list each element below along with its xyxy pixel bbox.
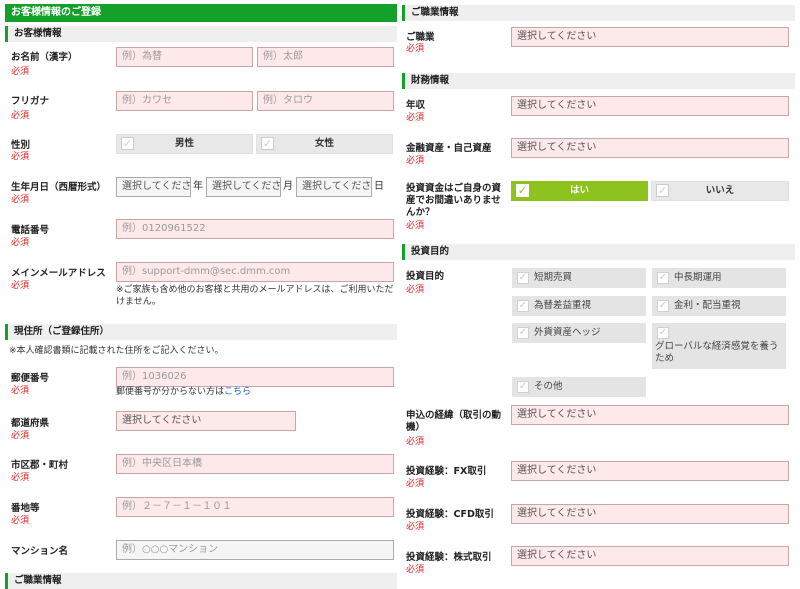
cfd-experience-label: 投資経験：CFD取引 [406, 509, 494, 520]
purpose-option-mid-long-term[interactable]: ✓ 中長期運用 [652, 268, 786, 288]
check-mark-icon: ✓ [657, 300, 669, 312]
funds-yes-toggle[interactable]: ✓ はい [511, 181, 648, 201]
required-badge: 必須 [406, 565, 425, 575]
prefecture-select[interactable]: 選択してください [116, 411, 296, 431]
postal-code-input[interactable]: 例）1036026 [116, 367, 394, 387]
kana-label: フリガナ [11, 96, 50, 107]
first-name-input[interactable]: 例）太郎 [257, 47, 394, 67]
section-finance: 財務情報 [402, 73, 795, 89]
occupation-select[interactable]: 選択してください [511, 27, 789, 47]
income-label: 年収 [406, 100, 426, 111]
day-unit: 日 [374, 181, 384, 192]
address-note: ※本人確認書類に記載された住所をご記入ください。 [9, 346, 224, 356]
required-badge: 必須 [11, 238, 30, 248]
required-badge: 必須 [11, 152, 30, 162]
birth-day-select[interactable]: 選択してください [296, 177, 372, 197]
purpose-option-short-term[interactable]: ✓ 短期売買 [512, 268, 646, 288]
check-mark-icon: ✓ [121, 137, 134, 150]
first-name-kana-input[interactable]: 例）タロウ [257, 91, 394, 111]
birthdate-label: 生年月日（西暦形式） [11, 182, 107, 193]
postal-help: 郵便番号が分からない方はこちら [116, 387, 252, 397]
check-mark-icon: ✓ [517, 327, 529, 339]
check-mark-icon: ✓ [517, 272, 529, 284]
required-badge: 必須 [11, 67, 30, 77]
section-occupation: ご職業情報 [402, 5, 795, 21]
purpose-option-fx-hedge[interactable]: ✓ 外貨資産ヘッジ [512, 323, 646, 343]
stock-experience-label: 投資経験：株式取引 [406, 552, 492, 563]
month-unit: 月 [283, 181, 293, 192]
fx-experience-select[interactable]: 選択してください [511, 461, 789, 481]
required-badge: 必須 [11, 516, 30, 526]
required-badge: 必須 [406, 156, 425, 166]
stock-experience-select[interactable]: 選択してください [511, 546, 789, 566]
purpose-option-fx-gain[interactable]: ✓ 為替差益重視 [512, 296, 646, 316]
street-label: 番地等 [11, 503, 40, 514]
prefecture-label: 都道府県 [11, 418, 50, 429]
required-badge: 必須 [406, 479, 425, 489]
last-name-input[interactable]: 例）為替 [116, 47, 253, 67]
required-badge: 必須 [406, 285, 425, 295]
city-label: 市区郡・町村 [11, 460, 69, 471]
required-badge: 必須 [11, 195, 30, 205]
funds-no-toggle[interactable]: ✓ いいえ [651, 181, 789, 201]
gender-label: 性別 [11, 140, 31, 151]
section-occupation-bottom: ご職業情報 [5, 573, 397, 589]
check-mark-icon: ✓ [657, 327, 669, 339]
phone-input[interactable]: 例）0120961522 [116, 219, 394, 239]
section-customer-info: お客様情報 [5, 26, 397, 42]
check-mark-icon: ✓ [261, 137, 274, 150]
check-mark-icon: ✓ [517, 381, 529, 393]
phone-label: 電話番号 [11, 225, 50, 236]
mansion-input[interactable]: 例）○○○マンション [116, 540, 394, 560]
required-badge: 必須 [406, 44, 425, 54]
gender-male-toggle[interactable]: ✓ 男性 [116, 134, 253, 154]
email-label: メインメールアドレス [11, 268, 106, 279]
last-name-kana-input[interactable]: 例）カワセ [116, 91, 253, 111]
city-input[interactable]: 例）中央区日本橋 [116, 454, 394, 474]
required-badge: 必須 [406, 113, 425, 123]
motive-select[interactable]: 選択してください [511, 405, 789, 425]
year-unit: 年 [193, 181, 203, 192]
section-address: 現住所（ご登録住所） [5, 324, 397, 340]
required-badge: 必須 [11, 281, 30, 291]
funds-ownership-label: 投資資金はご自身の資産でお間違いありませんか？ [406, 183, 502, 218]
check-mark-icon: ✓ [516, 184, 529, 197]
postal-code-label: 郵便番号 [11, 373, 50, 384]
motive-label: 申込の経緯（取引の動機） [406, 410, 502, 433]
birth-month-select[interactable]: 選択してください [206, 177, 281, 197]
check-mark-icon: ✓ [656, 184, 669, 197]
cfd-experience-select[interactable]: 選択してください [511, 504, 789, 524]
check-mark-icon: ✓ [517, 300, 529, 312]
purpose-option-global-sense[interactable]: ✓ グローバルな経済感覚を養うため [652, 323, 786, 369]
section-investment-purpose: 投資目的 [402, 244, 795, 260]
required-badge: 必須 [11, 473, 30, 483]
postal-lookup-link[interactable]: こちら [224, 387, 251, 397]
required-badge: 必須 [11, 431, 30, 441]
gender-female-toggle[interactable]: ✓ 女性 [256, 134, 393, 154]
occupation-label: ご職業 [406, 32, 435, 43]
assets-label: 金融資産・自己資産 [406, 143, 492, 154]
street-input[interactable]: 例）２－７－１－１０１ [116, 497, 394, 517]
check-mark-icon: ✓ [657, 272, 669, 284]
purpose-option-other[interactable]: ✓ その他 [512, 377, 646, 397]
page-title: お客様情報のご登録 [5, 4, 397, 22]
email-input[interactable]: 例）support-dmm@sec.dmm.com [116, 262, 394, 282]
mansion-label: マンション名 [11, 546, 69, 557]
required-badge: 必須 [406, 221, 425, 231]
required-badge: 必須 [406, 522, 425, 532]
required-badge: 必須 [11, 386, 30, 396]
purpose-label: 投資目的 [406, 271, 445, 282]
assets-select[interactable]: 選択してください [511, 138, 789, 158]
income-select[interactable]: 選択してください [511, 96, 789, 116]
birth-year-select[interactable]: 選択してください [116, 177, 191, 197]
required-badge: 必須 [11, 111, 30, 121]
name-label: お名前（漢字） [11, 52, 78, 63]
fx-experience-label: 投資経験：FX取引 [406, 466, 487, 477]
required-badge: 必須 [406, 437, 425, 447]
purpose-option-interest-dividend[interactable]: ✓ 金利・配当重視 [652, 296, 786, 316]
email-note: ※ご家族も含め他のお客様と共用のメールアドレスは、ご利用いただけません。 [116, 285, 394, 307]
